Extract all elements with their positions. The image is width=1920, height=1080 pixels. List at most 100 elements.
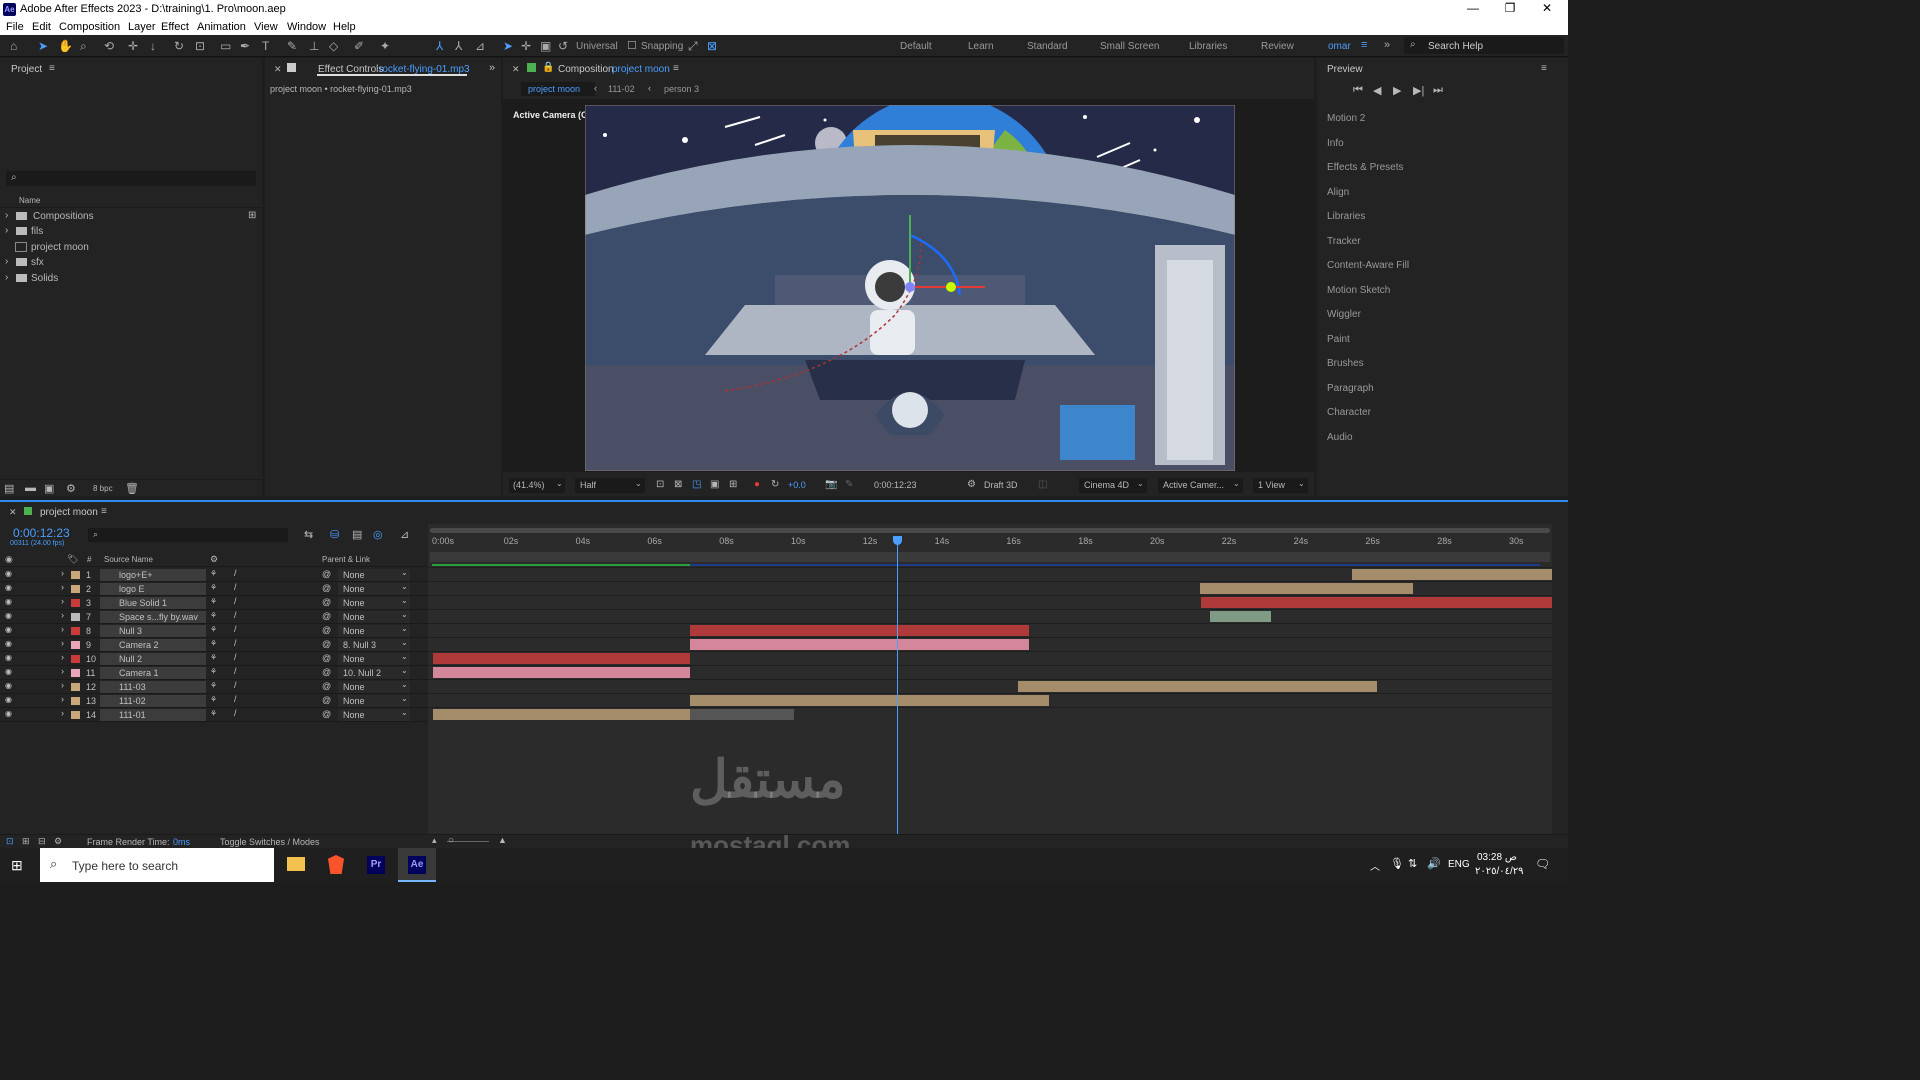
close-tab-icon[interactable]: ✕ — [9, 507, 17, 518]
parent-link-column[interactable]: Parent & Link — [322, 555, 370, 564]
shy-switch-icon[interactable]: ⚘ — [210, 653, 217, 662]
draft-3d-toggle-icon[interactable]: ⛁ — [330, 528, 339, 541]
layer-row[interactable]: ◉ › 11 Camera 1 ⚘ / @10. Null 2 ⌄ — [0, 666, 428, 680]
pickwhip-icon[interactable]: @ — [322, 569, 331, 579]
zoom-tool-icon[interactable]: ⌕ — [80, 39, 87, 54]
expand-layer-icon[interactable]: › — [61, 666, 64, 676]
layer-label-color[interactable] — [71, 613, 80, 621]
show-snapshot-icon[interactable]: ✎ — [845, 479, 853, 490]
type-tool-icon[interactable]: T — [262, 39, 269, 53]
layer-duration-bar[interactable] — [690, 625, 1029, 636]
interpret-footage-icon[interactable]: ▤ — [4, 482, 14, 495]
pickwhip-icon[interactable]: @ — [322, 653, 331, 663]
puppet-pin-icon[interactable]: ✦ — [380, 39, 390, 53]
layer-duration-bar[interactable] — [690, 709, 794, 720]
file-explorer-icon[interactable] — [287, 857, 305, 871]
shy-switch-icon[interactable]: ⚘ — [210, 611, 217, 620]
zoom-in-icon[interactable]: ▲ — [498, 835, 507, 845]
av-features-icon[interactable]: ◉ — [5, 554, 13, 565]
quality-switch-icon[interactable]: / — [234, 694, 237, 704]
layer-row[interactable]: ◉ › 14 111-01 ⚘ / @ None ⌄ — [0, 708, 428, 722]
layer-duration-bar[interactable] — [433, 653, 690, 664]
draft-3d-icon[interactable]: ⚙ — [967, 479, 976, 490]
lock-icon[interactable] — [287, 63, 296, 72]
microphone-icon[interactable]: 🎙 — [1390, 857, 1404, 870]
expand-layer-icon[interactable]: › — [61, 708, 64, 718]
panel-menu-icon[interactable]: ≡ — [1541, 63, 1547, 74]
panel-audio[interactable]: Audio — [1327, 432, 1353, 443]
menu-effect[interactable]: Effect — [161, 21, 189, 33]
panel-motion-2[interactable]: Motion 2 — [1327, 113, 1365, 124]
layer-name[interactable]: Camera 2 — [119, 640, 159, 650]
layer-duration-bar[interactable] — [1201, 597, 1552, 608]
panel-motion-sketch[interactable]: Motion Sketch — [1327, 285, 1390, 296]
panel-brushes[interactable]: Brushes — [1327, 358, 1364, 369]
clock-date[interactable]: ٢٠٢٥/٠٤/٢٩ — [1475, 866, 1524, 877]
composition-mini-flowchart-icon[interactable]: ⇆ — [304, 528, 313, 541]
panel-character[interactable]: Character — [1327, 407, 1371, 418]
pan-camera-icon[interactable]: ✛ — [128, 39, 138, 53]
in-out-icon[interactable]: ⊟ — [38, 836, 46, 847]
workspace-small-screen[interactable]: Small Screen — [1100, 41, 1159, 52]
chevron-up-icon[interactable]: ︿ — [1370, 858, 1380, 873]
layer-duration-bar[interactable] — [1352, 569, 1552, 580]
snap-option-icon[interactable]: ⤢ — [688, 39, 698, 54]
zoom-slider-handle[interactable]: ○ — [448, 835, 454, 846]
channel-icon[interactable]: ● — [754, 479, 760, 490]
project-search-input[interactable]: ⌕ — [6, 171, 256, 186]
hand-tool-icon[interactable]: ✋ — [58, 39, 73, 53]
shy-switch-icon[interactable]: ⚘ — [210, 625, 217, 634]
shy-switch-icon[interactable]: ⚘ — [210, 709, 217, 718]
notifications-icon[interactable]: 🗨 — [1535, 857, 1550, 871]
timeline-track-area[interactable]: 0:00s 02s 04s 06s 08s 10s 12s 14s 16s 18s 20s 22s 24… — [428, 524, 1552, 834]
home-icon[interactable]: ⌂ — [10, 39, 17, 53]
menu-file[interactable]: File — [6, 21, 24, 33]
new-composition-icon[interactable]: ▣ — [44, 482, 54, 495]
rectangle-tool-icon[interactable]: ▭ — [220, 39, 231, 53]
transfer-controls-icon[interactable]: ⊞ — [22, 836, 30, 847]
work-area-bar[interactable] — [430, 528, 1550, 533]
extended-viewer-icon[interactable]: ◫ — [1038, 479, 1047, 490]
quality-switch-icon[interactable]: / — [234, 680, 237, 690]
expand-layer-icon[interactable]: › — [61, 694, 64, 704]
view-axis-icon[interactable]: ⊿ — [475, 39, 485, 53]
layer-label-color[interactable] — [71, 627, 80, 635]
layer-name[interactable]: 111-03 — [119, 682, 146, 692]
layer-name[interactable]: Blue Solid 1 — [119, 598, 167, 608]
composition-title[interactable]: Composition — [558, 64, 614, 75]
composition-viewer[interactable]: Active Camera (Camera 2) — [503, 99, 1314, 472]
graph-editor-icon[interactable]: ⊿ — [400, 528, 409, 541]
after-effects-taskbar-button[interactable]: Ae — [398, 848, 436, 882]
render-time-icon[interactable]: ⚙ — [54, 836, 62, 847]
shy-switch-icon[interactable]: ⚘ — [210, 681, 217, 690]
expand-layer-icon[interactable]: › — [61, 638, 64, 648]
panel-wiggler[interactable]: Wiggler — [1327, 309, 1361, 320]
orbit-camera-icon[interactable]: ⟲ — [104, 39, 114, 53]
eraser-tool-icon[interactable]: ◇ — [329, 39, 338, 53]
workspace-menu-icon[interactable]: ≡ — [1361, 39, 1367, 51]
panel-menu-icon[interactable]: ≡ — [101, 506, 107, 517]
visibility-eye-icon[interactable]: ◉ — [5, 653, 12, 662]
workspace-libraries[interactable]: Libraries — [1189, 41, 1227, 52]
rotate-tool-icon[interactable]: ↻ — [174, 39, 184, 53]
next-frame-icon[interactable]: ▶| — [1413, 84, 1424, 97]
layer-name[interactable]: Space s...fly by.wav — [119, 612, 198, 622]
view-layout-dropdown[interactable]: 1 View ⌄ — [1253, 478, 1308, 493]
roto-brush-icon[interactable]: ✐ — [354, 39, 364, 53]
layer-name[interactable]: logo E — [119, 584, 145, 594]
visibility-eye-icon[interactable]: ◉ — [5, 681, 12, 690]
motion-blur-icon[interactable]: ◎ — [373, 528, 383, 541]
snap-grid-icon[interactable]: ⊠ — [707, 39, 717, 53]
panel-menu-icon[interactable]: ≡ — [49, 63, 55, 74]
pickwhip-icon[interactable]: @ — [322, 611, 331, 621]
visibility-eye-icon[interactable]: ◉ — [5, 583, 12, 592]
shy-switch-icon[interactable]: ⚘ — [210, 667, 217, 676]
premiere-pro-icon[interactable]: Pr — [367, 856, 385, 874]
universal-select-icon[interactable]: ➤ — [503, 39, 513, 53]
panel-paragraph[interactable]: Paragraph — [1327, 383, 1374, 394]
layer-row[interactable]: ◉ › 8 Null 3 ⚘ / @ None ⌄ — [0, 624, 428, 638]
quality-switch-icon[interactable]: / — [234, 582, 237, 592]
layer-row[interactable]: ◉ › 13 111-02 ⚘ / @ None ⌄ — [0, 694, 428, 708]
maximize-button[interactable]: ❐ — [1499, 1, 1521, 15]
language-indicator[interactable]: ENG — [1448, 859, 1470, 870]
